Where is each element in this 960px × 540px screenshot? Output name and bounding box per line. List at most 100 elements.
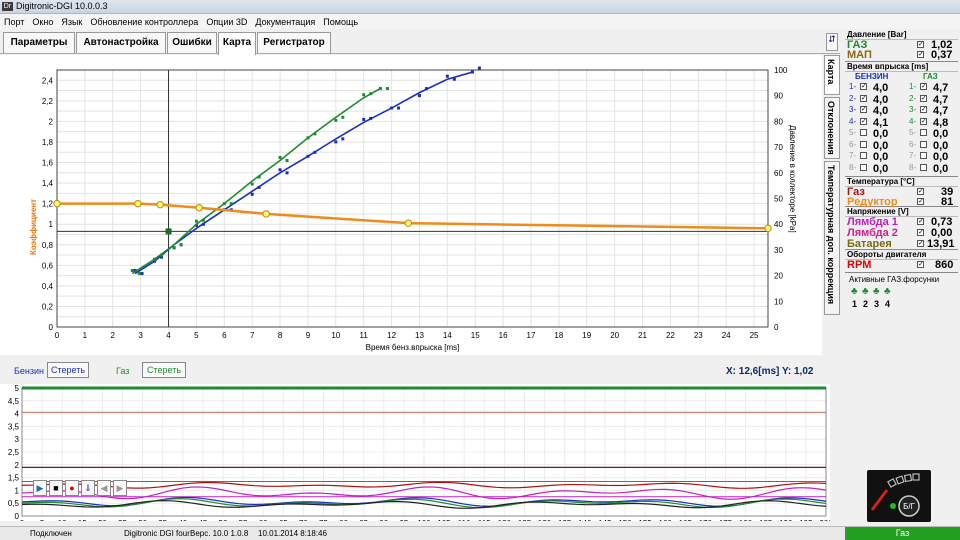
y-tick-label: 0,4	[42, 282, 54, 291]
map-chart[interactable]: 0 1 2 3 4 5 6 7 8 9 10 11 12 13 14 15 16 17 18 19 20 21 22 23 24…	[0, 55, 822, 355]
y-tick-label: 1,2	[42, 200, 54, 209]
recorder-chart[interactable]: 0510152025303540455055606570758085909510…	[0, 384, 833, 528]
scatter-point	[222, 202, 226, 206]
recorder-panel: 0510152025303540455055606570758085909510…	[0, 384, 833, 528]
scatter-point	[257, 185, 261, 189]
gas-inj-value: 4,7	[933, 93, 949, 106]
battery-check[interactable]: ✓	[917, 240, 924, 247]
x-tick-label: 13	[415, 331, 424, 340]
gas-inj-check[interactable]: ✓	[920, 83, 927, 90]
scatter-point	[153, 257, 157, 261]
stop-icon[interactable]: ■	[49, 480, 63, 496]
record-icon[interactable]: ●	[65, 480, 79, 496]
gas-inj-check[interactable]: ✓	[920, 117, 927, 125]
gas-pressure-check[interactable]: ✓	[917, 41, 924, 48]
gas-inj-check[interactable]	[920, 152, 927, 159]
rec-x-tick: 100	[417, 519, 431, 521]
tab-parameters[interactable]: Параметры	[3, 32, 75, 53]
lambda1-check[interactable]: ✓	[917, 218, 924, 225]
vtab-map[interactable]: Карта	[824, 55, 840, 95]
rec-x-tick: 115	[478, 519, 491, 521]
download-icon[interactable]: ⇓	[81, 480, 95, 496]
rec-x-tick: 65	[279, 519, 288, 521]
tab-recorder[interactable]: Регистратор	[257, 32, 331, 53]
scatter-point	[160, 253, 164, 257]
tab-errors[interactable]: Ошибки	[167, 32, 217, 53]
y2-tick-label: 0	[774, 323, 779, 332]
gas-inj-check[interactable]	[920, 163, 927, 171]
tab-map[interactable]: Карта	[218, 32, 256, 55]
right-panel: Давление [Bar] ГАЗ ✓ 1,02 МАП ✓ 0,37 Вре…	[845, 30, 960, 309]
rec-x-tick: 145	[598, 519, 612, 521]
rec-x-tick: 170	[699, 519, 713, 521]
rec-x-tick: 150	[618, 519, 632, 521]
scatter-point	[313, 132, 317, 136]
petrol-inj-check[interactable]: ✓	[860, 106, 867, 113]
scatter-point	[250, 192, 254, 196]
next-icon[interactable]: ▶	[113, 480, 127, 496]
injector-2-icon: ♣	[862, 286, 869, 297]
y-tick-label: 2,4	[42, 76, 54, 85]
x-tick-label: 6	[222, 331, 227, 340]
rpm-check[interactable]: ✓	[917, 261, 924, 268]
x-tick-label: 7	[250, 331, 255, 340]
rec-x-tick: 195	[799, 519, 813, 521]
petrol-inj-value: 4,0	[873, 82, 889, 94]
rec-x-tick: 105	[437, 519, 451, 521]
rec-x-tick: 125	[518, 519, 532, 521]
injection-section: Время впрыска [ms] БЕНЗИН ГАЗ 1- ✓ 4,0 1- ✓ 4…	[845, 62, 958, 177]
x-tick-label: 14	[443, 331, 452, 340]
reducer-temp-check[interactable]: ✓	[917, 198, 924, 205]
petrol-inj-check[interactable]	[860, 163, 867, 171]
rec-x-tick: 180	[739, 519, 753, 521]
prev-icon[interactable]: ◀	[97, 480, 111, 496]
lambda2-check[interactable]: ✓	[917, 229, 924, 236]
correction-point	[262, 210, 270, 218]
scatter-point	[130, 269, 134, 273]
petrol-inj-check[interactable]	[860, 152, 867, 159]
menu-window[interactable]: Окно	[28, 14, 57, 29]
menu-update[interactable]: Обновление контроллера	[86, 14, 202, 29]
scatter-point	[390, 106, 394, 110]
petrol-inj-check[interactable]: ✓	[860, 94, 867, 102]
tab-autotune[interactable]: Автонастройка	[76, 32, 166, 53]
x-tick-label: 9	[306, 331, 311, 340]
window-title: Digitronic-DGI 10.0.0.3	[16, 1, 108, 11]
gas-inj-check[interactable]: ✓	[920, 106, 927, 113]
map-check[interactable]: ✓	[917, 51, 924, 58]
mode-switch-gauge[interactable]: Б/Г	[867, 470, 931, 522]
menu-3d[interactable]: Опции 3D	[202, 14, 251, 29]
gas-temp-check[interactable]: ✓	[917, 188, 924, 195]
map-label: МАП	[847, 49, 872, 61]
clear-gas-button[interactable]: Стереть	[142, 362, 186, 378]
pin-icon[interactable]: ⇵	[826, 33, 838, 51]
petrol-inj-check[interactable]	[860, 140, 867, 148]
vtab-deviations[interactable]: Отклонения	[824, 97, 840, 159]
gas-inj-check[interactable]	[920, 129, 927, 136]
y-tick-label: 0	[49, 323, 54, 332]
menu-language[interactable]: Язык	[57, 14, 86, 29]
rec-x-tick: 95	[399, 519, 408, 521]
petrol-inj-label: 5-	[849, 128, 857, 137]
play-icon[interactable]: ▶	[33, 480, 47, 496]
y-tick-label: 1,6	[42, 159, 54, 168]
legend-petrol: Бензин	[14, 366, 45, 376]
gas-inj-check[interactable]	[920, 140, 927, 148]
clear-petrol-button[interactable]: Стереть	[47, 362, 89, 378]
gas-inj-check[interactable]: ✓	[920, 94, 927, 102]
x-tick-label: 15	[471, 331, 480, 340]
vtab-temp-correction[interactable]: Температурная доп. коррекция	[824, 161, 840, 315]
cursor-coords: X: 12,6[ms] Y: 1,02	[726, 366, 814, 377]
correction-point	[404, 219, 413, 227]
petrol-inj-check[interactable]: ✓	[860, 83, 867, 90]
menu-help[interactable]: Помощь	[319, 14, 362, 29]
petrol-inj-check[interactable]: ✓	[860, 117, 867, 125]
scatter-point	[194, 219, 198, 223]
petrol-inj-check[interactable]	[860, 129, 867, 136]
gas-inj-label: 3-	[909, 105, 917, 114]
status-device: Digitronic DGI four	[124, 529, 190, 538]
menu-docs[interactable]: Документация	[251, 14, 319, 29]
scatter-point	[313, 150, 317, 154]
menu-port[interactable]: Порт	[0, 14, 28, 29]
scatter-point	[369, 116, 373, 120]
